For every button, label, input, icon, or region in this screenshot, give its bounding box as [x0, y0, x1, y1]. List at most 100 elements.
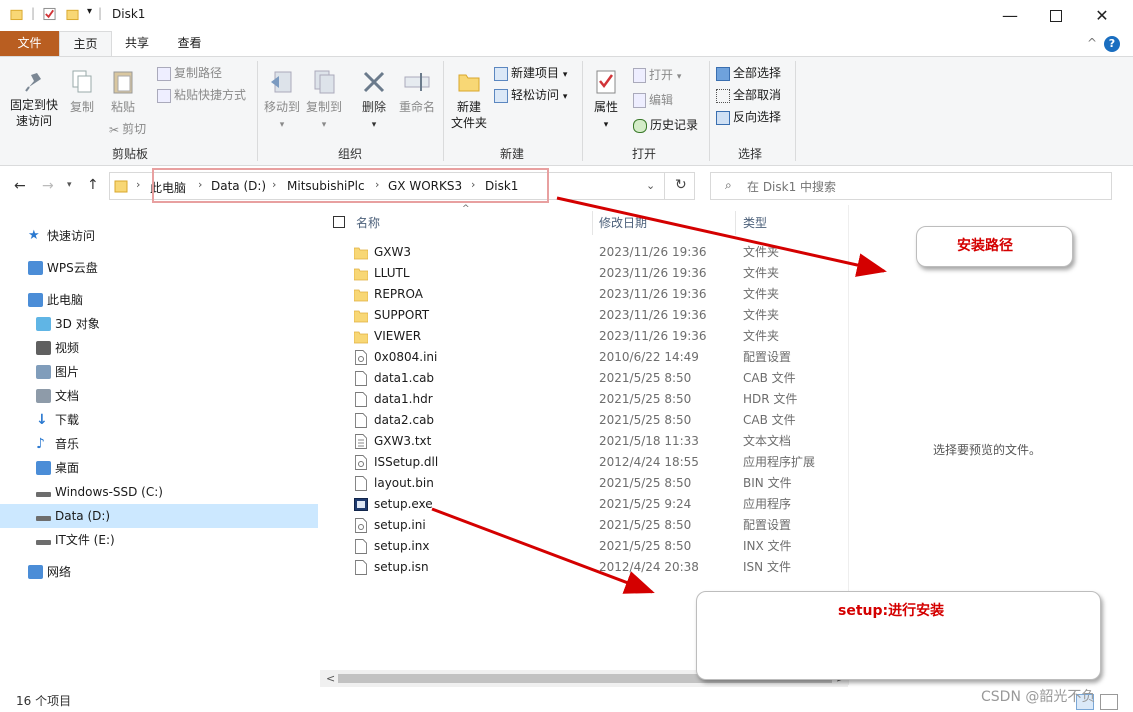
minimize-button[interactable]: —: [987, 0, 1033, 31]
collapse-ribbon-icon[interactable]: ^: [1087, 36, 1097, 50]
rename-label: 重命名: [398, 100, 435, 114]
new-item-button[interactable]: 新建项目 ▾: [494, 63, 567, 83]
nav-item-2[interactable]: 此电脑: [0, 288, 318, 312]
pin-label-2: 速访问: [15, 114, 52, 128]
delete-button[interactable]: 删除 ▾: [356, 69, 392, 133]
file-name: setup.ini: [374, 518, 426, 532]
maximize-button[interactable]: [1033, 0, 1079, 31]
refresh-icon[interactable]: ↻: [675, 177, 687, 193]
recent-locations-icon[interactable]: ▾: [67, 180, 72, 190]
file-row[interactable]: ISSetup.dll 2012/4/24 18:55 应用程序扩展: [350, 452, 840, 473]
properties-icon[interactable]: [43, 7, 56, 21]
cut-label: 剪切: [122, 122, 147, 136]
file-row[interactable]: VIEWER 2023/11/26 19:36 文件夹: [350, 326, 840, 347]
nav-item-1[interactable]: WPS云盘: [0, 256, 318, 280]
select-all-icon: [716, 66, 730, 81]
file-row[interactable]: data1.cab 2021/5/25 8:50 CAB 文件: [350, 368, 840, 389]
pin-quick-access-button[interactable]: 固定到快 速访问: [6, 69, 62, 129]
forward-icon[interactable]: →: [42, 178, 54, 194]
invert-selection-button[interactable]: 反向选择: [716, 107, 781, 127]
nav-item-8[interactable]: ♪ 音乐: [0, 432, 318, 456]
select-all-button[interactable]: 全部选择: [716, 63, 781, 83]
up-icon[interactable]: ↑: [87, 177, 99, 193]
new-folder-icon[interactable]: [66, 7, 79, 21]
tab-home[interactable]: 主页: [59, 31, 112, 56]
nav-item-6[interactable]: 文档: [0, 384, 318, 408]
file-row[interactable]: data2.cab 2021/5/25 8:50 CAB 文件: [350, 410, 840, 431]
file-row[interactable]: data1.hdr 2021/5/25 8:50 HDR 文件: [350, 389, 840, 410]
file-row[interactable]: 0x0804.ini 2010/6/22 14:49 配置设置: [350, 347, 840, 368]
large-icons-view-icon[interactable]: [1100, 694, 1118, 710]
easy-access-button[interactable]: 轻松访问 ▾: [494, 85, 567, 105]
install-path-callout-text: 安装路径: [957, 238, 1013, 254]
search-input[interactable]: [745, 177, 1099, 197]
paste-button[interactable]: 粘贴: [104, 69, 142, 115]
file-row[interactable]: setup.inx 2021/5/25 8:50 INX 文件: [350, 536, 840, 557]
scroll-left-icon[interactable]: <: [326, 672, 335, 685]
music-icon: ♪: [36, 436, 45, 452]
file-row[interactable]: layout.bin 2021/5/25 8:50 BIN 文件: [350, 473, 840, 494]
file-row[interactable]: SUPPORT 2023/11/26 19:36 文件夹: [350, 305, 840, 326]
column-divider[interactable]: [735, 211, 736, 235]
nav-item-4[interactable]: 视频: [0, 336, 318, 360]
edit-button[interactable]: 编辑: [633, 90, 673, 110]
nav-item-9[interactable]: 桌面: [0, 456, 318, 480]
column-header-type[interactable]: 类型: [743, 212, 767, 234]
column-header-name[interactable]: 名称: [356, 212, 380, 234]
move-to-button[interactable]: 移动到 ▾: [262, 69, 302, 133]
folder-icon: [114, 180, 128, 193]
file-row[interactable]: LLUTL 2023/11/26 19:36 文件夹: [350, 263, 840, 284]
file-date: 2021/5/25 8:50: [599, 539, 692, 553]
copy-to-button[interactable]: 复制到 ▾: [304, 69, 344, 133]
file-type: BIN 文件: [743, 476, 792, 490]
select-all-checkbox[interactable]: [333, 216, 345, 228]
close-button[interactable]: ✕: [1079, 0, 1125, 31]
qat-separator: |: [98, 6, 103, 20]
column-divider[interactable]: [592, 211, 593, 235]
nav-item-12[interactable]: IT文件 (E:): [0, 528, 318, 552]
file-name: SUPPORT: [374, 308, 430, 322]
file-row[interactable]: setup.ini 2021/5/25 8:50 配置设置: [350, 515, 840, 536]
paste-shortcut-label: 粘贴快捷方式: [174, 88, 247, 102]
new-group-label: 新建: [499, 147, 524, 161]
history-button[interactable]: 历史记录: [633, 115, 698, 135]
nav-item-5[interactable]: 图片: [0, 360, 318, 384]
nav-item-13[interactable]: 网络: [0, 560, 318, 584]
copy-path-button[interactable]: 复制路径: [157, 63, 222, 83]
ribbon-tabs: 文件 主页 共享 查看 ^ ?: [0, 31, 1133, 56]
back-icon[interactable]: ←: [14, 178, 26, 194]
copy-button[interactable]: 复制: [64, 69, 100, 115]
paste-shortcut-button[interactable]: 粘贴快捷方式: [157, 85, 246, 105]
tab-file[interactable]: 文件: [0, 31, 59, 56]
nav-item-label: 文档: [55, 389, 80, 403]
properties-button[interactable]: 属性 ▾: [588, 69, 624, 133]
tab-share[interactable]: 共享: [112, 31, 162, 56]
file-type: CAB 文件: [743, 413, 796, 427]
folder-icon: [354, 247, 368, 260]
help-icon[interactable]: ?: [1104, 36, 1120, 52]
column-header-date[interactable]: 修改日期: [599, 212, 647, 234]
watermark: CSDN @韶光不负: [981, 689, 1096, 705]
file-date: 2023/11/26 19:36: [599, 266, 707, 280]
nav-item-0[interactable]: ★ 快速访问: [0, 224, 318, 248]
nav-item-10[interactable]: Windows-SSD (C:): [0, 480, 318, 504]
nav-item-11[interactable]: Data (D:): [0, 504, 318, 528]
open-button[interactable]: 打开 ▾: [633, 65, 681, 85]
file-row[interactable]: GXW3.txt 2021/5/18 11:33 文本文档: [350, 431, 840, 452]
file-row[interactable]: setup.exe 2021/5/25 9:24 应用程序: [350, 494, 840, 515]
nav-item-7[interactable]: ↓ 下载: [0, 408, 318, 432]
file-row[interactable]: GXW3 2023/11/26 19:36 文件夹: [350, 242, 840, 263]
select-none-button[interactable]: 全部取消: [716, 85, 781, 105]
tab-view[interactable]: 查看: [162, 31, 217, 56]
new-folder-button[interactable]: 新建 文件夹: [448, 69, 490, 131]
ribbon: 固定到快 速访问 复制 粘贴 复制路径 粘贴快捷方式 ✂ 剪切 剪贴板 移动到 ▾ …: [0, 56, 1133, 166]
qat-dropdown-icon[interactable]: ▾: [87, 6, 92, 17]
cut-button[interactable]: ✂ 剪切: [109, 119, 146, 139]
rename-button[interactable]: 重命名: [396, 69, 438, 115]
file-row[interactable]: REPROA 2023/11/26 19:36 文件夹: [350, 284, 840, 305]
nav-item-3[interactable]: 3D 对象: [0, 312, 318, 336]
search-box[interactable]: ⌕: [710, 172, 1112, 200]
breadcrumb-separator-icon[interactable]: ›: [136, 178, 140, 191]
address-dropdown-icon[interactable]: ⌄: [646, 179, 655, 192]
file-row[interactable]: setup.isn 2012/4/24 20:38 ISN 文件: [350, 557, 840, 578]
